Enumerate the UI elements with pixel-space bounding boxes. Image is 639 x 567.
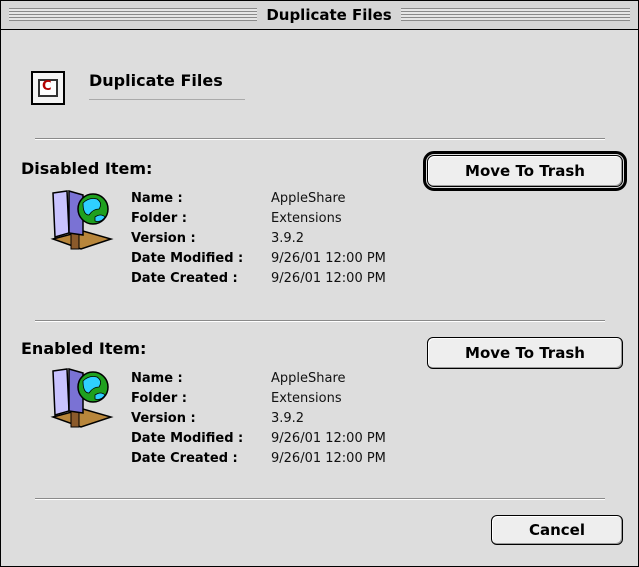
info-value: 9/26/01 12:00 PM xyxy=(271,431,386,446)
disabled-item-title: Disabled Item: xyxy=(21,159,153,178)
info-value: 9/26/01 12:00 PM xyxy=(271,271,386,286)
disabled-move-to-trash-button[interactable]: Move To Trash xyxy=(423,151,627,191)
info-value: AppleShare xyxy=(271,191,346,206)
info-row-modified: Date Modified : 9/26/01 12:00 PM xyxy=(131,249,386,269)
window-title: Duplicate Files xyxy=(257,3,401,27)
info-value: 3.9.2 xyxy=(271,231,305,246)
header-underline xyxy=(89,99,245,100)
appleshare-extension-icon xyxy=(50,190,114,250)
info-value: AppleShare xyxy=(271,371,346,386)
info-label: Folder : xyxy=(131,391,187,406)
info-value: 3.9.2 xyxy=(271,411,305,426)
appleshare-extension-icon xyxy=(50,368,114,428)
info-value: Extensions xyxy=(271,391,342,406)
info-label: Name : xyxy=(131,191,183,206)
disabled-item-info: Name : AppleShare Folder : Extensions Vers… xyxy=(131,189,386,289)
info-row-modified: Date Modified : 9/26/01 12:00 PM xyxy=(131,429,386,449)
info-label: Name : xyxy=(131,371,183,386)
cancel-button[interactable]: Cancel xyxy=(491,515,623,545)
info-row-created: Date Created : 9/26/01 12:00 PM xyxy=(131,269,386,289)
info-row-name: Name : AppleShare xyxy=(131,369,386,389)
info-label: Version : xyxy=(131,411,196,426)
info-row-created: Date Created : 9/26/01 12:00 PM xyxy=(131,449,386,469)
header-title: Duplicate Files xyxy=(89,71,223,90)
title-bar-stripes-right xyxy=(401,8,630,21)
info-label: Date Modified : xyxy=(131,431,244,446)
info-label: Date Created : xyxy=(131,451,238,466)
info-label: Date Modified : xyxy=(131,251,244,266)
duplicate-files-dialog: Duplicate Files C Duplicate Files Disabl… xyxy=(0,0,639,567)
info-value: Extensions xyxy=(271,211,342,226)
enabled-move-to-trash-button[interactable]: Move To Trash xyxy=(427,337,623,369)
enabled-item-info: Name : AppleShare Folder : Extensions Vers… xyxy=(131,369,386,469)
enabled-item-title: Enabled Item: xyxy=(21,339,147,358)
extension-conflict-icon: C xyxy=(31,71,65,105)
info-value: 9/26/01 12:00 PM xyxy=(271,451,386,466)
title-bar[interactable]: Duplicate Files xyxy=(1,1,638,30)
info-row-version: Version : 3.9.2 xyxy=(131,229,386,249)
info-row-name: Name : AppleShare xyxy=(131,189,386,209)
info-row-folder: Folder : Extensions xyxy=(131,389,386,409)
divider xyxy=(35,498,605,500)
title-bar-stripes-left xyxy=(9,8,257,21)
info-label: Folder : xyxy=(131,211,187,226)
info-row-folder: Folder : Extensions xyxy=(131,209,386,229)
divider xyxy=(35,320,605,322)
info-value: 9/26/01 12:00 PM xyxy=(271,251,386,266)
info-label: Version : xyxy=(131,231,196,246)
divider xyxy=(35,138,605,140)
info-row-version: Version : 3.9.2 xyxy=(131,409,386,429)
info-label: Date Created : xyxy=(131,271,238,286)
